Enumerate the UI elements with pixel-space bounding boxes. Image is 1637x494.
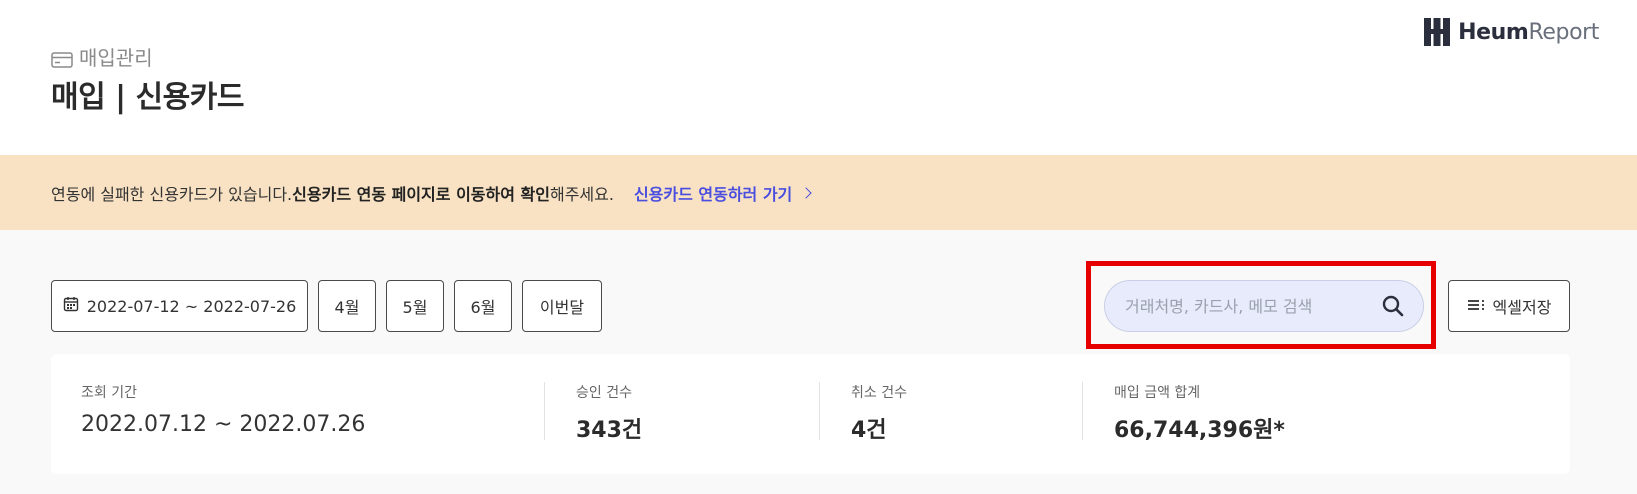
month-5-button[interactable]: 5월	[386, 280, 444, 332]
summary-divider	[1082, 382, 1083, 440]
search-box[interactable]	[1104, 280, 1424, 332]
excel-export-button[interactable]: 엑셀저장	[1448, 280, 1570, 332]
banner-text-suffix: 해주세요.	[549, 184, 614, 204]
chevron-right-icon	[800, 186, 812, 199]
stat-total: 매입 금액 합계 66,744,396원*	[1114, 382, 1285, 444]
heumreport-logo-icon	[1424, 18, 1451, 46]
month-6-button[interactable]: 6월	[454, 280, 512, 332]
credit-card-icon	[51, 49, 73, 68]
approved-value: 343건	[576, 418, 643, 443]
date-range-text: 2022-07-12 ~ 2022-07-26	[86, 296, 297, 316]
banner-text-bold: 신용카드 연동 페이지로 이동하여 확인	[292, 184, 550, 204]
period-value: 2022.07.12 ~ 2022.07.26	[81, 412, 366, 437]
section-label-text: 매입관리	[79, 46, 153, 70]
stat-cancelled: 취소 건수 4건	[851, 382, 907, 444]
month-4-button[interactable]: 4월	[318, 280, 376, 332]
summary-panel: 조회 기간 2022.07.12 ~ 2022.07.26 승인 건수 343건…	[51, 354, 1570, 474]
sync-failure-banner: 연동에 실패한 신용카드가 있습니다. 신용카드 연동 페이지로 이동하여 확인…	[0, 155, 1637, 230]
list-icon	[1467, 297, 1485, 316]
summary-divider	[819, 382, 820, 440]
search-input[interactable]	[1125, 296, 1381, 316]
cancelled-label: 취소 건수	[851, 385, 907, 401]
cancelled-value: 4건	[851, 418, 887, 443]
this-month-button[interactable]: 이번달	[522, 280, 602, 332]
page-header: 매입관리 매입 | 신용카드 HeumReport	[0, 0, 1637, 155]
section-label: 매입관리	[51, 42, 153, 71]
total-value: 66,744,396원*	[1114, 418, 1285, 443]
excel-export-label: 엑셀저장	[1492, 298, 1552, 317]
banner-text-prefix: 연동에 실패한 신용카드가 있습니다.	[51, 184, 293, 204]
search-icon[interactable]	[1381, 294, 1405, 318]
approved-label: 승인 건수	[576, 385, 632, 401]
period-label: 조회 기간	[81, 385, 137, 401]
go-to-card-sync-link[interactable]: 신용카드 연동하러 가기	[633, 181, 812, 205]
date-range-picker[interactable]: 2022-07-12 ~ 2022-07-26	[51, 280, 308, 332]
total-label: 매입 금액 합계	[1114, 385, 1201, 401]
page-title: 매입 | 신용카드	[51, 80, 244, 115]
banner-link-label: 신용카드 연동하러 가기	[633, 184, 793, 204]
stat-period: 조회 기간 2022.07.12 ~ 2022.07.26	[81, 382, 365, 437]
brand-logo[interactable]: HeumReport	[1424, 18, 1599, 46]
stat-approved: 승인 건수 343건	[576, 382, 642, 444]
brand-name: HeumReport	[1458, 19, 1599, 45]
calendar-icon	[63, 296, 79, 316]
summary-divider	[544, 382, 545, 440]
